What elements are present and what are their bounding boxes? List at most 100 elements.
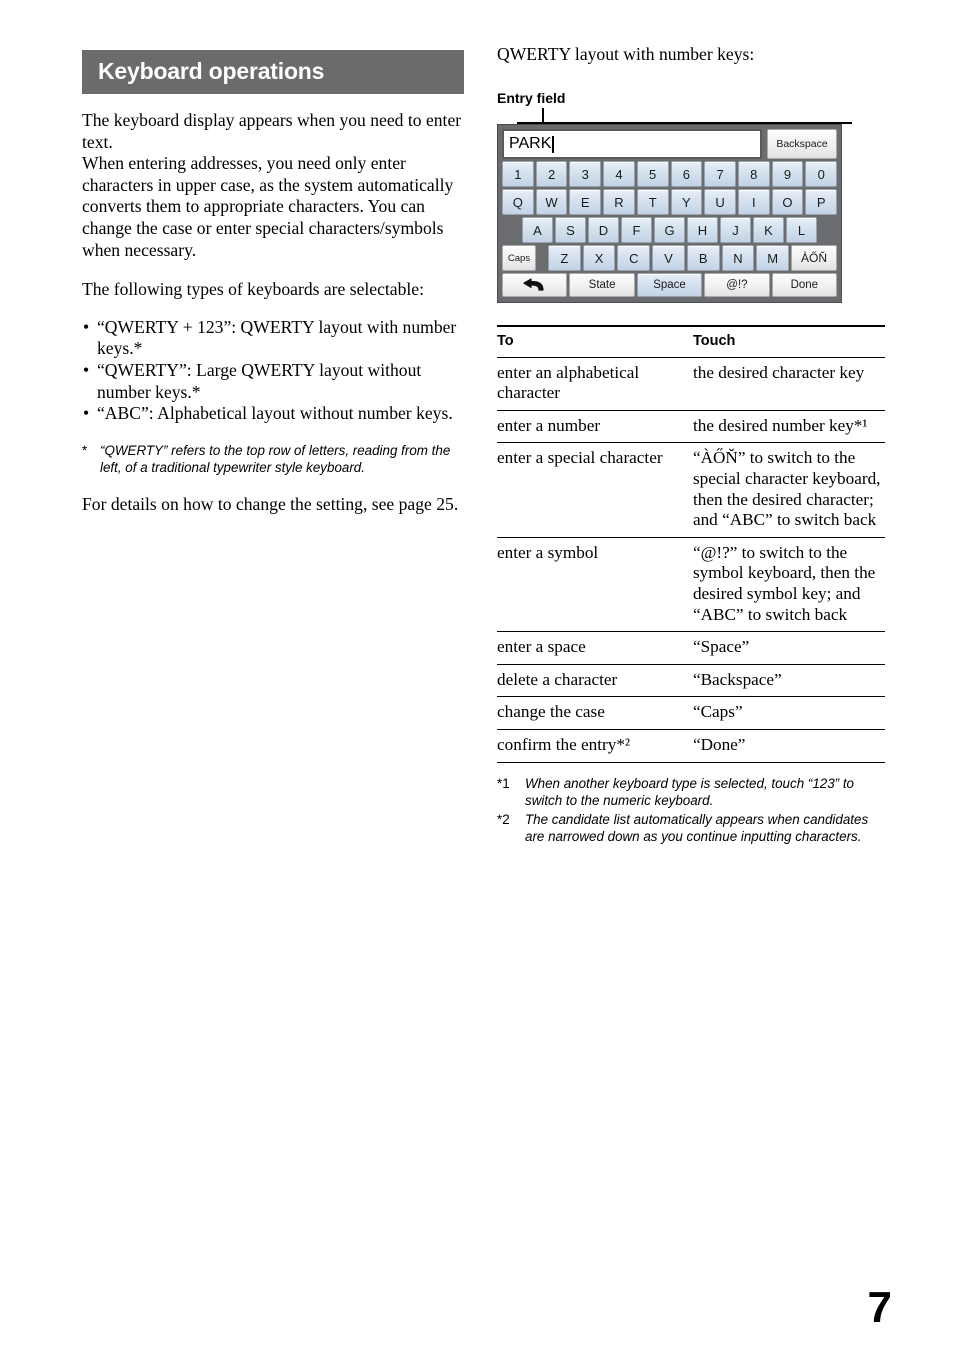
state-key-label: State [588, 279, 616, 291]
key-label: V [664, 250, 673, 266]
back-arrow-icon [522, 278, 548, 292]
number-key-8[interactable]: 8 [737, 161, 770, 187]
cell-to: change the case [497, 696, 693, 730]
footnote-marker: * [82, 442, 88, 458]
symbol-key[interactable]: @!? [704, 273, 770, 297]
intro-paragraph: The keyboard display appears when you ne… [82, 110, 462, 260]
footnote-1: *1 When another keyboard type is selecte… [497, 775, 872, 810]
list-item: “ABC”: Alphabetical layout without numbe… [82, 403, 464, 425]
backspace-key[interactable]: Backspace [767, 129, 837, 159]
key-label: 7 [716, 166, 724, 182]
letter-key-h[interactable]: H [687, 217, 718, 243]
key-label: E [580, 194, 590, 210]
key-label: I [751, 194, 756, 210]
list-item: “QWERTY”: Large QWERTY layout without nu… [82, 360, 464, 403]
number-key-6[interactable]: 6 [670, 161, 703, 187]
key-label: Q [512, 194, 523, 210]
back-key[interactable] [502, 273, 568, 297]
key-label: Z [560, 250, 569, 266]
letter-key-q[interactable]: Q [502, 189, 534, 215]
key-label: 5 [649, 166, 657, 182]
letter-key-e[interactable]: E [569, 189, 602, 215]
letter-key-s[interactable]: S [555, 217, 586, 243]
key-label: 8 [750, 166, 758, 182]
cell-to: enter a special character [497, 442, 693, 538]
key-label: 2 [547, 166, 556, 182]
number-key-4[interactable]: 4 [603, 161, 635, 187]
table-row: enter a number the desired number key*¹ [497, 410, 885, 444]
table-row: enter a special character “ÀŐŇ” to switc… [497, 442, 885, 538]
keyboard-types-list: “QWERTY + 123”: QWERTY layout with numbe… [82, 317, 464, 425]
keyboard-home-row: A S D F G H J K L [502, 217, 837, 243]
letter-key-v[interactable]: V [652, 245, 685, 271]
done-key[interactable]: Done [771, 273, 838, 297]
letter-key-n[interactable]: N [721, 245, 755, 271]
letter-key-l[interactable]: L [786, 217, 817, 243]
letter-key-u[interactable]: U [704, 189, 736, 215]
letter-key-t[interactable]: T [636, 189, 669, 215]
letter-key-r[interactable]: R [603, 189, 635, 215]
cell-to: enter a symbol [497, 537, 693, 633]
qwerty-layout-heading: QWERTY layout with number keys: [497, 44, 755, 64]
letter-key-b[interactable]: B [686, 245, 720, 271]
number-key-2[interactable]: 2 [535, 161, 568, 187]
footnote-2: *2 The candidate list automatically appe… [497, 811, 872, 846]
number-key-1[interactable]: 1 [502, 161, 534, 187]
letter-key-a[interactable]: A [522, 217, 553, 243]
letter-key-i[interactable]: I [737, 189, 770, 215]
table-row: change the case “Caps” [497, 696, 885, 730]
cell-to: enter a space [497, 631, 693, 665]
letter-key-c[interactable]: C [617, 245, 651, 271]
key-label: 9 [783, 166, 792, 182]
letter-key-o[interactable]: O [771, 189, 804, 215]
entry-field-value: PARK [509, 135, 552, 152]
number-key-7[interactable]: 7 [704, 161, 736, 187]
table-row: confirm the entry*² “Done” [497, 729, 885, 763]
key-label: R [614, 194, 624, 210]
cell-touch: the desired character key [692, 357, 885, 411]
operations-table: To Touch enter an alphabetical character… [497, 324, 885, 763]
letter-key-y[interactable]: Y [670, 189, 703, 215]
key-label: J [732, 222, 739, 238]
symbol-key-label: @!? [726, 279, 748, 291]
number-key-3[interactable]: 3 [569, 161, 602, 187]
key-label: X [594, 250, 604, 266]
letter-key-f[interactable]: F [621, 217, 652, 243]
table-header-row: To Touch [497, 324, 885, 358]
caps-key[interactable]: Caps [502, 245, 536, 271]
key-label: S [566, 222, 575, 238]
letter-key-j[interactable]: J [720, 217, 751, 243]
number-key-5[interactable]: 5 [636, 161, 669, 187]
key-label: Y [682, 194, 691, 210]
letter-key-d[interactable]: D [588, 217, 619, 243]
cell-touch: “ÀŐŇ” to switch to the special character… [692, 442, 885, 538]
key-label: 6 [682, 166, 690, 182]
footnote-1-marker: *1 [497, 775, 510, 791]
special-character-key[interactable]: ÀŐŇ [791, 245, 838, 271]
key-label: M [767, 250, 779, 266]
letter-key-p[interactable]: P [805, 189, 838, 215]
key-label: N [733, 250, 743, 266]
number-key-9[interactable]: 9 [771, 161, 804, 187]
letter-key-w[interactable]: W [535, 189, 568, 215]
list-item: “QWERTY + 123”: QWERTY layout with numbe… [82, 317, 464, 360]
key-label: B [698, 250, 708, 266]
letter-key-x[interactable]: X [582, 245, 616, 271]
letter-key-z[interactable]: Z [548, 245, 581, 271]
table-row: delete a character “Backspace” [497, 664, 885, 698]
entry-field-input[interactable]: PARK [502, 129, 762, 159]
key-label: 4 [615, 166, 623, 182]
backspace-key-label: Backspace [776, 138, 828, 150]
keyboard-function-row: State Space @!? Done [502, 273, 838, 297]
state-key[interactable]: State [569, 273, 635, 297]
space-key[interactable]: Space [636, 273, 703, 297]
done-key-label: Done [790, 279, 819, 291]
letter-key-g[interactable]: G [654, 217, 685, 243]
letter-key-m[interactable]: M [756, 245, 790, 271]
key-label: 0 [817, 166, 825, 182]
table-row: enter a symbol “@!?” to switch to the sy… [497, 537, 885, 633]
column-header-to: To [497, 324, 693, 358]
page-number: 7 [867, 1283, 892, 1332]
letter-key-k[interactable]: K [753, 217, 784, 243]
number-key-0[interactable]: 0 [805, 161, 838, 187]
